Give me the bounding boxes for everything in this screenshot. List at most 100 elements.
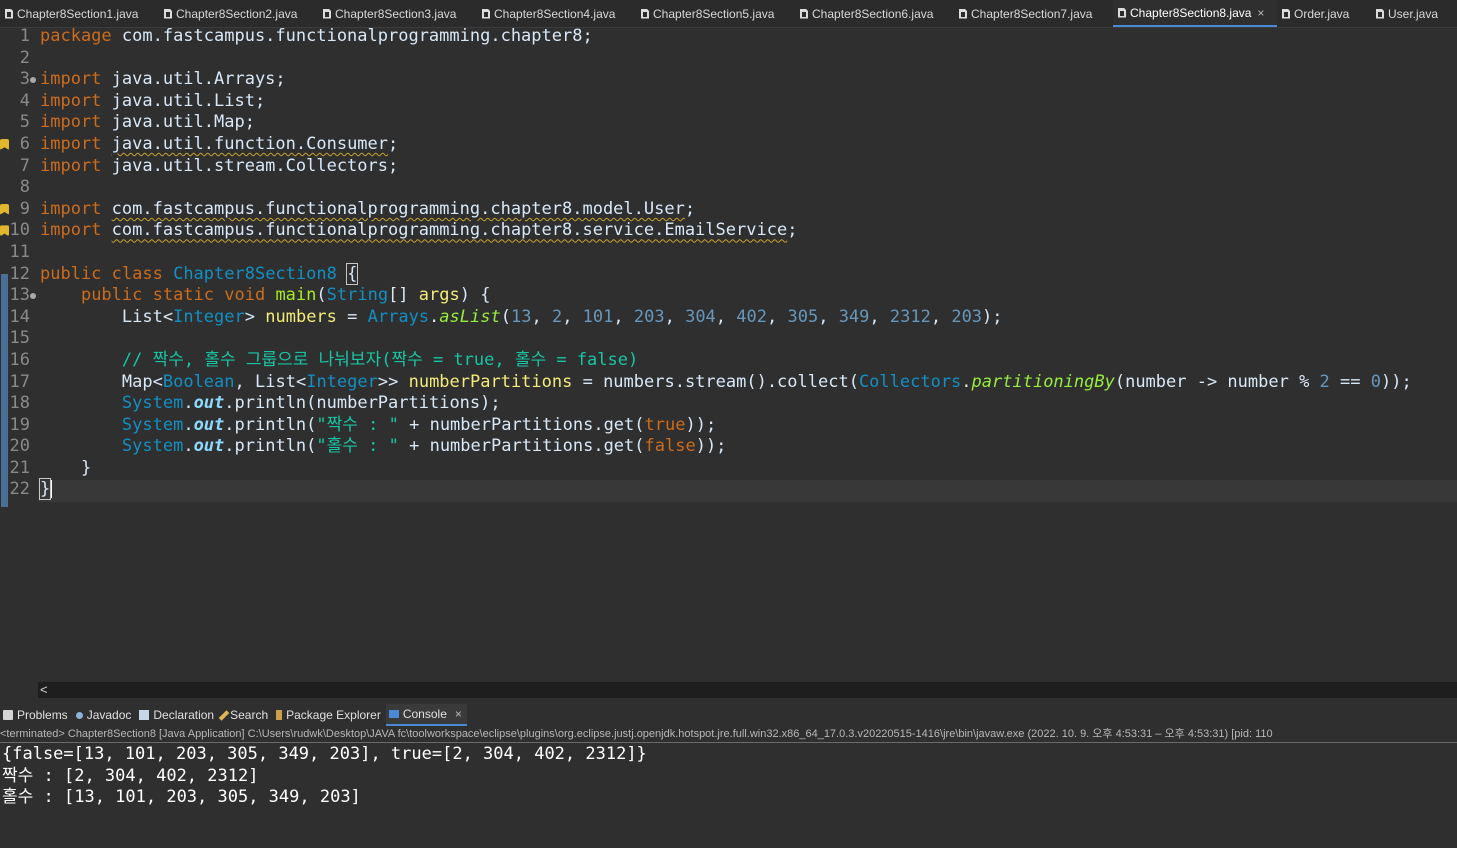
- unused-import: com.fastcampus.functionalprogramming.cha…: [111, 220, 788, 241]
- view-tab-label: Console: [402, 707, 447, 721]
- editor-tab[interactable]: Chapter8Section3.java: [318, 0, 477, 27]
- editor-tab[interactable]: Chapter8Section7.java: [954, 0, 1113, 27]
- javadoc-icon: [75, 711, 83, 719]
- declaration-icon: [139, 710, 150, 720]
- editor-tab[interactable]: Chapter8Section6.java: [795, 0, 954, 27]
- package-explorer-icon: [276, 710, 283, 720]
- editor-tab-label: Order.java: [1294, 6, 1350, 21]
- editor-tab-label: Chapter8Section3.java: [335, 6, 457, 21]
- line-number: 11: [9, 241, 30, 262]
- editor-tab-label: Chapter8Section7.java: [971, 6, 1093, 21]
- editor-tab[interactable]: Chapter8Section1.java: [0, 0, 159, 27]
- java-file-icon: [5, 8, 13, 19]
- code-comment: // 짝수, 홀수 그룹으로 나눠보자(짝수 = true, 홀수 = fals…: [121, 349, 639, 370]
- number-literal: 305: [787, 306, 819, 327]
- line-number: 14: [9, 306, 30, 327]
- view-tab[interactable]: Package Explorer: [273, 704, 386, 726]
- view-tab[interactable]: Problems: [0, 704, 73, 726]
- java-file-icon: [1282, 8, 1290, 19]
- view-tab[interactable]: Javadoc: [73, 704, 137, 726]
- line-number: 3: [19, 69, 30, 90]
- text-caret: [50, 480, 53, 499]
- editor-tab[interactable]: Chapter8Section5.java: [636, 0, 795, 27]
- editor-tab-label: Chapter8Section1.java: [17, 6, 139, 21]
- bottom-view-tabs: Problems Javadoc Declaration Search Package …: [0, 704, 1457, 726]
- line-number: 18: [9, 393, 30, 414]
- line-number: 15: [9, 328, 30, 349]
- editor-tab[interactable]: User.java: [1371, 0, 1457, 27]
- editor-tab[interactable]: Order.java: [1277, 0, 1371, 27]
- java-file-icon: [164, 8, 172, 19]
- scroll-left-icon[interactable]: <: [40, 682, 48, 698]
- view-tab-label: Javadoc: [86, 708, 132, 722]
- number-literal: 304: [685, 306, 716, 327]
- line-number: 13: [9, 285, 30, 306]
- line-number: 22: [9, 479, 30, 500]
- number-literal: 203: [951, 306, 983, 327]
- close-tab-icon[interactable]: ×: [1257, 6, 1264, 20]
- editor-tab-label: User.java: [1388, 6, 1439, 21]
- line-number: 10: [9, 220, 30, 241]
- number-literal: 402: [736, 306, 767, 327]
- line-number: 7: [19, 155, 30, 176]
- aslist-arguments: 13, 2, 101, 203, 304, 402, 305, 349, 231…: [510, 306, 983, 327]
- java-file-icon: [1118, 7, 1126, 18]
- number-literal: 13: [510, 306, 532, 327]
- java-file-icon: [959, 8, 967, 19]
- editor-tab-label: Chapter8Section2.java: [176, 6, 298, 21]
- line-number: 8: [19, 177, 30, 198]
- console-line: {false=[13, 101, 203, 305, 349, 203], tr…: [2, 744, 647, 764]
- console-icon: [388, 710, 399, 718]
- editor-tab[interactable]: Chapter8Section4.java: [477, 0, 636, 27]
- editor-tab-label: Chapter8Section8.java: [1130, 5, 1252, 20]
- current-line-highlight: [38, 480, 1457, 502]
- number-literal: 2312: [889, 306, 931, 327]
- console-output[interactable]: {false=[13, 101, 203, 305, 349, 203], tr…: [2, 744, 647, 809]
- java-file-icon: [323, 8, 331, 19]
- console-line: 홀수 : [13, 101, 203, 305, 349, 203]: [2, 787, 361, 808]
- java-file-icon: [800, 8, 808, 19]
- console-line: 짝수 : [2, 304, 402, 2312]: [2, 765, 259, 786]
- line-number: 17: [9, 371, 30, 392]
- java-file-icon: [1376, 8, 1384, 19]
- line-number: 20: [9, 436, 30, 457]
- number-literal: 2: [551, 306, 563, 327]
- view-tab[interactable]: Console ×: [385, 704, 467, 726]
- horizontal-scrollbar[interactable]: <: [38, 682, 1457, 698]
- search-icon: [218, 709, 230, 721]
- console-description: <terminated> Chapter8Section8 [Java Appl…: [0, 727, 1457, 743]
- editor-tab-bar: Chapter8Section1.java Chapter8Section2.ja…: [0, 0, 1457, 28]
- editor-tab-label: Chapter8Section4.java: [494, 6, 616, 21]
- number-literal: 349: [838, 306, 870, 327]
- unused-import: com.fastcampus.functionalprogramming.cha…: [111, 198, 685, 219]
- editor-tab[interactable]: Chapter8Section8.java ×: [1113, 0, 1277, 27]
- problems-icon: [3, 710, 13, 720]
- line-number: 9: [19, 198, 30, 219]
- editor-tab[interactable]: Chapter8Section2.java: [159, 0, 318, 27]
- line-number: 16: [9, 349, 30, 370]
- line-number: 19: [9, 414, 30, 435]
- line-number: 6: [19, 133, 30, 154]
- view-tab-label: Declaration: [153, 708, 215, 722]
- view-tab-label: Problems: [17, 708, 68, 722]
- fold-toggle-icon[interactable]: [30, 293, 36, 300]
- editor-tab-label: Chapter8Section5.java: [653, 6, 775, 21]
- line-number: 5: [19, 112, 30, 133]
- number-literal: 101: [582, 306, 614, 327]
- number-literal: 203: [633, 306, 665, 327]
- unused-import: java.util.function.Consumer: [111, 133, 389, 154]
- editor-tab-label: Chapter8Section6.java: [812, 6, 934, 21]
- line-number: 2: [19, 47, 30, 68]
- view-tab[interactable]: Search: [218, 704, 273, 726]
- view-tab-label: Search: [230, 708, 269, 722]
- java-file-icon: [641, 8, 649, 19]
- code-editor[interactable]: 1 package com.fastcampus.functionalprogra…: [0, 28, 1457, 682]
- line-number: 21: [9, 457, 30, 478]
- line-number: 12: [9, 263, 30, 284]
- fold-toggle-icon[interactable]: [30, 77, 36, 84]
- view-tab[interactable]: Declaration: [136, 704, 219, 726]
- java-file-icon: [482, 8, 490, 19]
- close-tab-icon[interactable]: ×: [455, 707, 462, 721]
- line-number: 1: [19, 28, 30, 46]
- gutter-spacer: [0, 682, 38, 698]
